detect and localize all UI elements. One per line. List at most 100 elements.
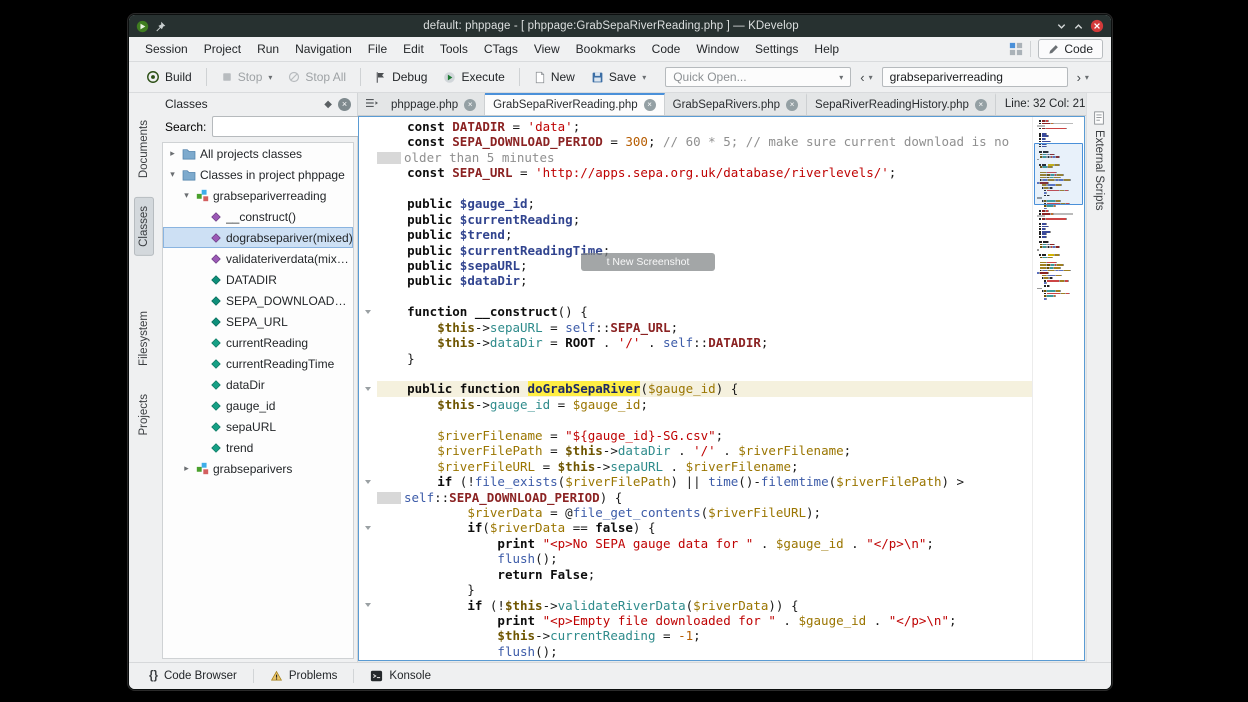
editor-tab-grabseparivers-php[interactable]: GrabSepaRivers.php× — [665, 93, 807, 115]
tree-item-all-projects-classes[interactable]: ▸All projects classes — [163, 143, 353, 164]
code-line[interactable]: $this->gauge_id = $gauge_id; — [377, 397, 1032, 412]
menu-ctags[interactable]: CTags — [476, 39, 526, 59]
area-switcher-grid-icon[interactable] — [1009, 42, 1023, 56]
fold-arrow-icon[interactable] — [365, 603, 371, 607]
code-line[interactable] — [377, 412, 1032, 427]
code-line[interactable]: const DATADIR = 'data'; — [377, 119, 1032, 134]
toolview-problems[interactable]: Problems — [262, 667, 346, 685]
editor-tab-phppage-php[interactable]: phppage.php× — [383, 93, 485, 115]
code-line[interactable]: $riverFileURL = $this->sepaURL . $riverF… — [377, 459, 1032, 474]
minimap-scrollbar[interactable] — [1032, 117, 1084, 660]
code-line[interactable]: flush(); — [377, 551, 1032, 566]
code-line[interactable]: older than 5 minutes — [377, 150, 1032, 165]
tree-item-classes-in-project-phppage[interactable]: ▾Classes in project phppage — [163, 164, 353, 185]
menu-help[interactable]: Help — [806, 39, 847, 59]
close-tab-icon[interactable]: × — [786, 99, 798, 111]
code-line[interactable]: $riverFilename = "${gauge_id}-SG.csv"; — [377, 428, 1032, 443]
code-line[interactable]: function __construct() { — [377, 304, 1032, 319]
tree-item-sepaurl[interactable]: sepaURL — [163, 416, 353, 437]
menu-navigation[interactable]: Navigation — [287, 39, 360, 59]
code-line[interactable]: public $dataDir; — [377, 273, 1032, 288]
menu-settings[interactable]: Settings — [747, 39, 806, 59]
code-line[interactable]: if($riverData == false) { — [377, 520, 1032, 535]
code-line[interactable]: const SEPA_URL = 'http://apps.sepa.org.u… — [377, 165, 1032, 180]
code-line[interactable]: $riverData = @file_get_contents($riverFi… — [377, 505, 1032, 520]
menu-bookmarks[interactable]: Bookmarks — [568, 39, 644, 59]
classes-search-input[interactable] — [212, 116, 377, 137]
close-tab-icon[interactable]: × — [464, 99, 476, 111]
fold-arrow-icon[interactable] — [365, 310, 371, 314]
tree-item-currentreadingtime[interactable]: currentReadingTime — [163, 353, 353, 374]
fold-marker[interactable] — [359, 304, 377, 319]
tree-item-datadir[interactable]: DATADIR — [163, 269, 353, 290]
code-line[interactable]: $riverFilePath = $this->dataDir . '/' . … — [377, 443, 1032, 458]
execute-button[interactable]: Execute — [436, 67, 511, 87]
classes-tree[interactable]: ▸All projects classes▾Classes in project… — [162, 142, 354, 659]
tree-item-sepa-url[interactable]: SEPA_URL — [163, 311, 353, 332]
sidebar-tab-external-scripts[interactable]: External Scripts — [1092, 111, 1106, 211]
fold-marker[interactable] — [359, 474, 377, 489]
code-line[interactable]: if (!$this->validateRiverData($riverData… — [377, 598, 1032, 613]
code-line[interactable] — [377, 181, 1032, 196]
pin-icon[interactable] — [155, 21, 166, 32]
menu-tools[interactable]: Tools — [432, 39, 476, 59]
expander-open-icon[interactable]: ▾ — [167, 169, 178, 180]
tree-item-gauge-id[interactable]: gauge_id — [163, 395, 353, 416]
tree-item-currentreading[interactable]: currentReading — [163, 332, 353, 353]
tree-item-grabsepariverreading[interactable]: ▾grabsepariverreading — [163, 185, 353, 206]
code-line[interactable]: print "<p>No SEPA gauge data for " . $ga… — [377, 536, 1032, 551]
code-line[interactable] — [377, 366, 1032, 381]
minimap-viewport[interactable] — [1034, 143, 1083, 205]
save-button[interactable]: Save▾ — [584, 67, 653, 87]
close-window-icon[interactable] — [1090, 19, 1104, 33]
code-line[interactable]: $this->sepaURL = self::SEPA_URL; — [377, 320, 1032, 335]
menu-project[interactable]: Project — [196, 39, 249, 59]
stop-all-button[interactable]: Stop All — [281, 67, 353, 87]
tree-item-trend[interactable]: trend — [163, 437, 353, 458]
fold-gutter[interactable] — [359, 117, 377, 660]
menu-edit[interactable]: Edit — [395, 39, 432, 59]
fold-marker[interactable] — [359, 520, 377, 535]
tree-item-dograbsepariver-mixed-[interactable]: dograbsepariver(mixed) — [163, 227, 353, 248]
tree-item-datadir[interactable]: dataDir — [163, 374, 353, 395]
menu-window[interactable]: Window — [688, 39, 747, 59]
code-line[interactable]: const SEPA_DOWNLOAD_PERIOD = 300; // 60 … — [377, 134, 1032, 149]
toolview-code-browser[interactable]: {}Code Browser — [141, 667, 245, 685]
new-button[interactable]: New — [527, 67, 582, 87]
menu-file[interactable]: File — [360, 39, 395, 59]
sidebar-tab-classes[interactable]: Classes — [134, 197, 154, 256]
code-line[interactable]: } — [377, 582, 1032, 597]
fold-marker[interactable] — [359, 381, 377, 396]
code-line[interactable]: flush(); — [377, 644, 1032, 659]
stop-button[interactable]: Stop▾ — [214, 67, 280, 87]
code-line[interactable]: print "<p>Empty file downloaded for " . … — [377, 613, 1032, 628]
sidebar-tab-filesystem[interactable]: Filesystem — [134, 302, 154, 375]
code-line[interactable]: } — [377, 351, 1032, 366]
next-match-button[interactable]: › — [1077, 71, 1081, 84]
fold-arrow-icon[interactable] — [365, 526, 371, 530]
code-line[interactable]: self::SEPA_DOWNLOAD_PERIOD) { — [377, 490, 1032, 505]
fold-marker[interactable] — [359, 598, 377, 613]
sidebar-tab-projects[interactable]: Projects — [134, 385, 154, 445]
debug-button[interactable]: Debug — [368, 67, 434, 87]
shade-down-icon[interactable] — [1056, 21, 1067, 32]
close-tab-icon[interactable]: × — [975, 99, 987, 111]
code-line[interactable]: public $trend; — [377, 227, 1032, 242]
editor-tab-separiverreadinghistory-php[interactable]: SepaRiverReadingHistory.php× — [807, 93, 996, 115]
chevron-down-icon[interactable]: ▾ — [1085, 73, 1089, 82]
document-list-icon[interactable] — [361, 97, 383, 112]
prev-match-button[interactable]: ‹ — [860, 71, 864, 84]
menu-run[interactable]: Run — [249, 39, 287, 59]
code-line[interactable]: public function doGrabSepaRiver($gauge_i… — [377, 381, 1032, 396]
quick-open-combo[interactable]: Quick Open... ▾ — [665, 67, 851, 87]
search-input[interactable] — [883, 68, 1067, 86]
expander-closed-icon[interactable]: ▸ — [167, 148, 178, 159]
build-button[interactable]: Build — [139, 67, 199, 87]
sidebar-tab-documents[interactable]: Documents — [134, 111, 154, 187]
tree-item-sepa-download-period[interactable]: SEPA_DOWNLOAD_PERIOD — [163, 290, 353, 311]
menu-view[interactable]: View — [526, 39, 568, 59]
titlebar[interactable]: default: phppage - [ phppage:GrabSepaRiv… — [129, 15, 1111, 37]
expander-closed-icon[interactable]: ▸ — [181, 463, 192, 474]
code-line[interactable]: public $gauge_id; — [377, 196, 1032, 211]
close-panel-icon[interactable]: × — [338, 98, 351, 111]
